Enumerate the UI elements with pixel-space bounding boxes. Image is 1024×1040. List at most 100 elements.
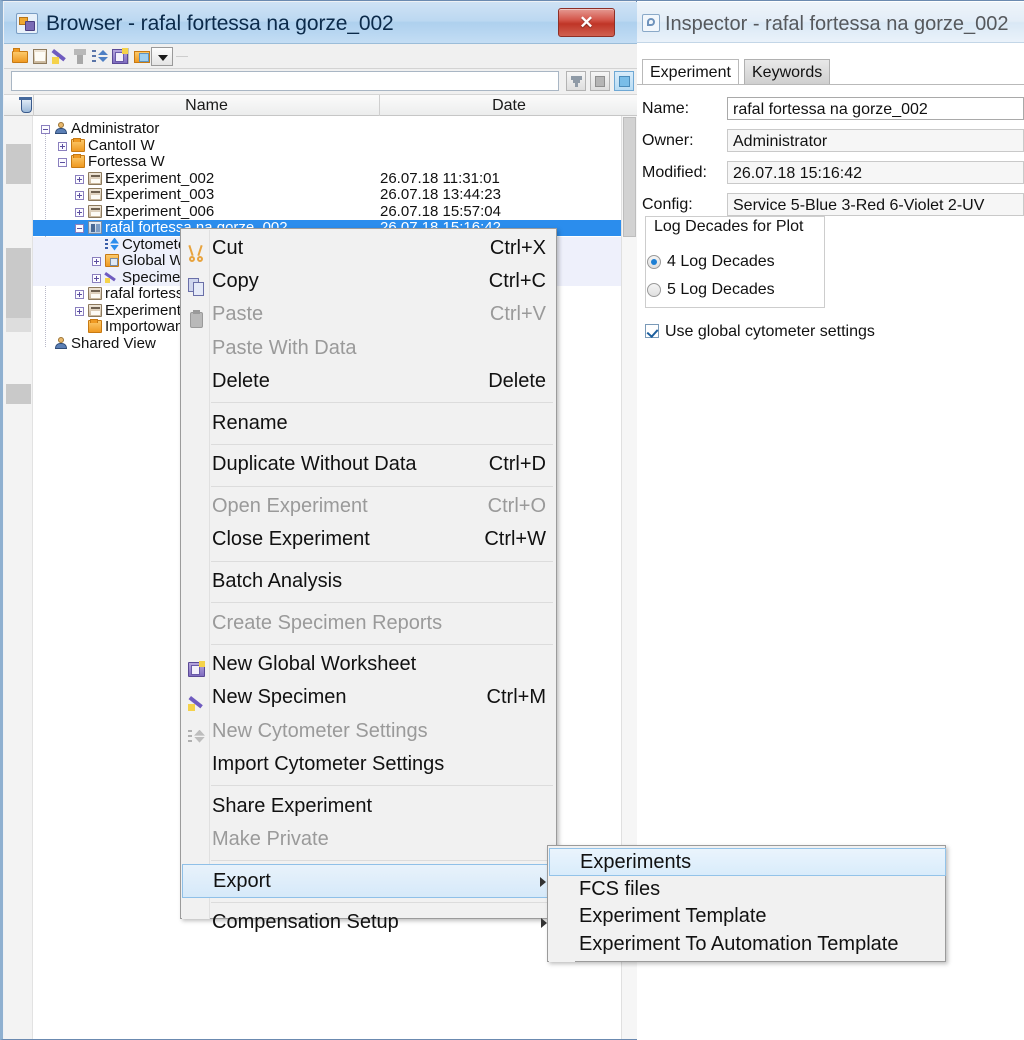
context-menu[interactable]: Cut Ctrl+X Copy Ctrl+C Paste Ctrl+V Paste With… (180, 228, 557, 933)
name-label: Name: (642, 100, 690, 117)
new-experiment-icon[interactable] (32, 48, 49, 65)
new-tube-icon[interactable] (72, 48, 89, 65)
menu-separator (211, 860, 553, 862)
tree-item-label: Importowane (105, 318, 192, 335)
new-specimen-icon[interactable] (51, 48, 69, 65)
toolbar-divider (176, 56, 188, 57)
paste-icon (188, 310, 206, 329)
menu-item-delete[interactable]: Delete Delete (182, 365, 557, 398)
menu-item-close-experiment[interactable]: Close Experiment Ctrl+W (182, 523, 557, 556)
submenu-item-fcs-files[interactable]: FCS files (549, 876, 946, 904)
tree-item-label: Experiment_002 (105, 169, 215, 187)
cytometer-icon (188, 728, 206, 746)
user-icon (54, 122, 68, 135)
expand-icon[interactable] (75, 191, 84, 200)
search-input[interactable] (11, 71, 559, 91)
column-header-name[interactable]: Name (34, 95, 380, 116)
expand-icon[interactable] (92, 257, 101, 266)
menu-separator (211, 402, 553, 404)
export-submenu[interactable]: Experiments FCS files Experiment Template E… (547, 845, 946, 962)
menu-item-new-global-worksheet[interactable]: New Global Worksheet (182, 648, 557, 681)
menu-item-export[interactable]: Export (182, 864, 557, 898)
close-button[interactable]: ✕ (558, 8, 615, 37)
submenu-item-label: Experiment Template (579, 905, 767, 927)
tree-item-label: Experiment_003 (105, 186, 215, 203)
properties-icon[interactable] (614, 71, 634, 91)
menu-item-share-experiment[interactable]: Share Experiment (182, 790, 557, 823)
columns-icon[interactable] (590, 71, 610, 91)
browser-titlebar: Browser - rafal fortessa na gorze_002 ✕ (4, 2, 637, 44)
specimen-icon (104, 271, 119, 284)
inspector-tab-underline (637, 84, 1024, 85)
filter-icon[interactable] (566, 71, 586, 91)
tree-item-label: CantoII W (88, 136, 155, 154)
scrollbar-thumb[interactable] (623, 117, 636, 237)
submenu-item-label: FCS files (579, 877, 661, 900)
radio-4-log-decades-label: 4 Log Decades (667, 253, 775, 270)
experiment-icon (88, 188, 102, 201)
menu-item-cut[interactable]: Cut Ctrl+X (182, 232, 557, 265)
menu-item-copy[interactable]: Copy Ctrl+C (182, 265, 557, 298)
expand-icon[interactable] (92, 273, 101, 283)
tree-item-label: rafal fortessa (105, 285, 192, 302)
inspector-title: Inspector - rafal fortessa na gorze_002 (665, 13, 1009, 35)
browser-column-header: Name Date (4, 94, 637, 116)
specimen-icon (188, 694, 206, 712)
experiment-icon (88, 171, 102, 185)
expand-icon[interactable] (75, 207, 84, 217)
experiment-open-icon (88, 221, 102, 234)
expand-icon[interactable] (75, 290, 84, 299)
menu-item-import-cytometer-settings[interactable]: Import Cytometer Settings (182, 748, 557, 781)
menu-item-label: Export (213, 870, 271, 893)
column-header-date[interactable]: Date (380, 95, 638, 116)
import-icon[interactable] (134, 48, 151, 65)
cytometer-settings-icon[interactable] (92, 48, 109, 65)
name-field[interactable]: rafal fortessa na gorze_002 (727, 97, 1024, 120)
field-row-modified: Modified: 26.07.18 15:16:42 (637, 160, 1024, 185)
owner-label: Owner: (642, 132, 694, 149)
new-global-worksheet-icon[interactable] (112, 48, 129, 65)
tree-item-date: 26.07.18 15:57:04 (380, 202, 501, 220)
menu-item-compensation-setup[interactable]: Compensation Setup (182, 906, 557, 939)
menu-item-duplicate-without-data[interactable]: Duplicate Without Data Ctrl+D (182, 448, 557, 481)
cut-icon (188, 244, 206, 263)
submenu-arrow-icon (540, 876, 546, 887)
toolbar-dropdown-button[interactable] (151, 47, 173, 66)
global-worksheet-icon (188, 661, 206, 679)
menu-item-new-cytometer-settings: New Cytometer Settings (182, 715, 557, 748)
tab-keywords[interactable]: Keywords (744, 59, 831, 85)
field-row-config: Config: Service 5-Blue 3-Red 6-Violet 2-… (637, 192, 1024, 217)
submenu-item-experiment-template[interactable]: Experiment Template (549, 903, 946, 931)
menu-item-make-private: Make Private (182, 823, 557, 856)
new-folder-icon[interactable] (12, 48, 29, 65)
menu-item-rename[interactable]: Rename (182, 407, 557, 440)
inspector-titlebar: Inspector - rafal fortessa na gorze_002 (637, 2, 1024, 43)
collapse-icon[interactable] (75, 224, 84, 233)
folder-icon (71, 137, 85, 152)
expand-icon[interactable] (58, 141, 67, 151)
tab-experiment[interactable]: Experiment (642, 59, 739, 85)
menu-item-new-specimen[interactable]: New Specimen Ctrl+M (182, 681, 557, 714)
submenu-item-experiments[interactable]: Experiments (549, 848, 946, 876)
menu-item-paste: Paste Ctrl+V (182, 298, 557, 331)
experiment-icon (88, 204, 102, 218)
menu-item-open-experiment: Open Experiment Ctrl+O (182, 490, 557, 523)
radio-off-icon (647, 283, 661, 297)
radio-5-log-decades-label: 5 Log Decades (667, 281, 775, 298)
expand-icon[interactable] (75, 306, 84, 316)
collapse-icon[interactable] (41, 125, 50, 134)
menu-separator (211, 485, 553, 487)
menu-separator (211, 643, 553, 645)
menu-item-batch-analysis[interactable]: Batch Analysis (182, 565, 557, 598)
log-decades-group-title: Log Decades for Plot (651, 217, 807, 237)
collapse-icon[interactable] (58, 158, 67, 167)
field-row-owner: Owner: Administrator (637, 128, 1024, 153)
tree-item-date: 26.07.18 11:31:01 (380, 169, 500, 187)
inspector-app-icon (642, 14, 660, 32)
experiment-icon (88, 287, 102, 300)
menu-item-label: Compensation Setup (212, 911, 399, 934)
submenu-item-experiment-to-automation-template[interactable]: Experiment To Automation Template (549, 931, 946, 959)
expand-icon[interactable] (75, 174, 84, 184)
column-header-tube[interactable] (12, 95, 34, 116)
modified-label: Modified: (642, 164, 707, 181)
